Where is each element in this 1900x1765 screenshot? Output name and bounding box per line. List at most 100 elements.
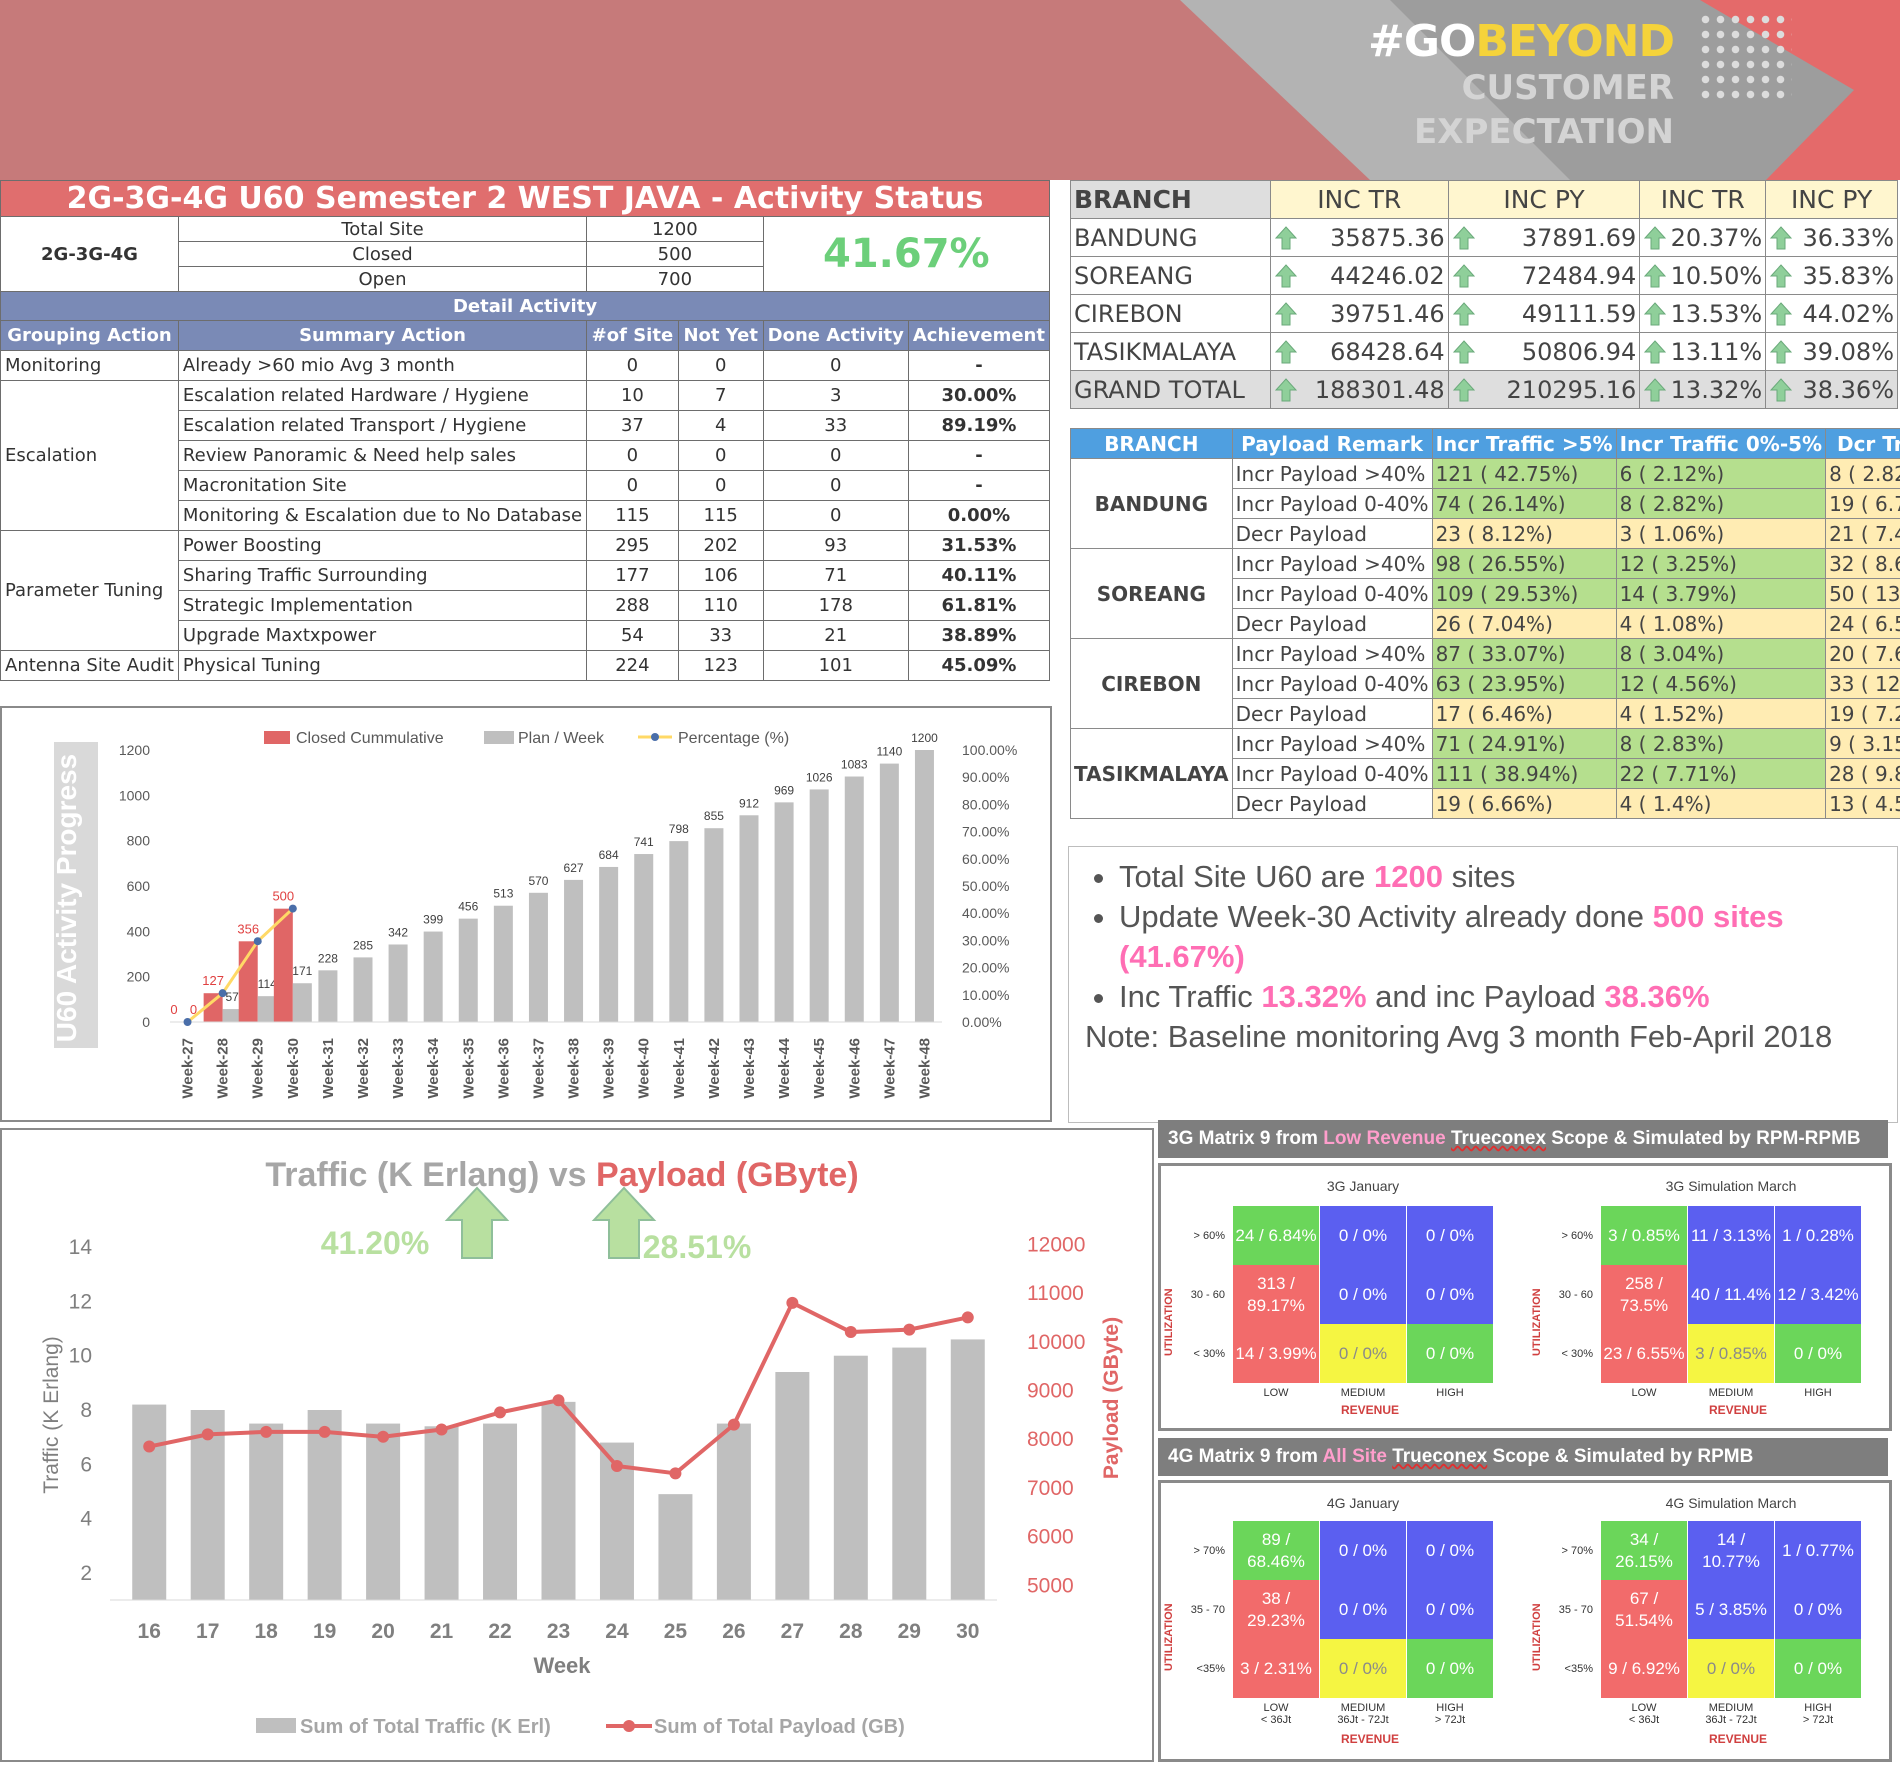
x-tick-label: 24: [605, 1620, 629, 1643]
matrix-row-label: > 70%: [1551, 1545, 1593, 1557]
payload-remark-table: BRANCH Payload Remark Incr Traffic >5% I…: [1070, 428, 1900, 819]
x-tick-label: 23: [547, 1620, 570, 1643]
legend-label-plan: Plan / Week: [518, 730, 605, 747]
x-tick-label: Week-48: [916, 1038, 933, 1099]
not-yet-cell: 7: [678, 381, 763, 411]
y2-tick-label: 6000: [1027, 1526, 1074, 1549]
y2-axis-label: Payload (GByte): [1100, 1317, 1123, 1479]
up-arrow-icon: [1770, 264, 1792, 288]
group-name-cell: Antenna Site Audit: [1, 651, 179, 681]
achievement-cell: 40.11%: [908, 561, 1049, 591]
up-arrow-icon: [1644, 378, 1666, 402]
matrix-cell: 3 / 2.31%: [1233, 1639, 1319, 1698]
plan-data-label: 627: [564, 861, 584, 875]
matrix-cell: 5 / 3.85%: [1688, 1580, 1774, 1639]
traffic-bar: [892, 1348, 926, 1600]
x-tick-label: Week-31: [320, 1038, 337, 1099]
traffic-increase-annotation: 41.20%: [321, 1225, 430, 1261]
achievement-cell: 89.19%: [908, 411, 1049, 441]
dcr-traffic-cell: 8 ( 2.82%): [1826, 459, 1900, 489]
payload-remark-cell: Incr Payload >40%: [1232, 549, 1432, 579]
branch-value: 68428.64: [1330, 338, 1445, 366]
group-name-cell: Parameter Tuning: [1, 531, 179, 651]
x-tick-label: Week-36: [495, 1038, 512, 1099]
x-tick-label: 16: [138, 1620, 161, 1643]
branch-name-cell: CIREBON: [1071, 295, 1271, 333]
plan-data-label: 228: [318, 951, 338, 965]
y2-tick-label: 60.00%: [962, 851, 1009, 867]
percentage-point: [289, 905, 297, 913]
branch-name-cell: BANDUNG: [1071, 219, 1271, 257]
branch-value: 38.36%: [1802, 376, 1894, 404]
plan-data-label: 513: [493, 887, 513, 901]
dcr-traffic-cell: 9 ( 3.15%): [1826, 729, 1900, 759]
up-arrow-icon: [1644, 302, 1666, 326]
closed-percent: 41.67%: [763, 217, 1049, 292]
matrix-cell: 24 / 6.84%: [1233, 1206, 1319, 1265]
column-header: #of Site: [587, 321, 679, 351]
branch-value: 37891.69: [1522, 224, 1637, 252]
x-tick-label: 26: [722, 1620, 745, 1643]
matrix-cell: 38 / 29.23%: [1233, 1580, 1319, 1639]
y-tick-label: 14: [69, 1236, 93, 1259]
traffic-bar: [542, 1402, 576, 1600]
matrix-col-label: LOW: [1233, 1387, 1319, 1399]
plan-bar: [318, 970, 337, 1022]
x-tick-label: 30: [956, 1620, 979, 1643]
table-row: GRAND TOTAL188301.48210295.1613.32%38.36…: [1071, 371, 1898, 409]
x-tick-label: Week-34: [425, 1037, 442, 1098]
traffic-gt5-cell: 109 ( 29.53%): [1432, 579, 1616, 609]
branch-value: 35.83%: [1802, 262, 1894, 290]
y2-tick-label: 7000: [1027, 1477, 1074, 1500]
branch-name-cell: SOREANG: [1071, 549, 1233, 639]
summary-action-cell: Power Boosting: [178, 531, 586, 561]
matrix-cell: 14 / 3.99%: [1233, 1324, 1319, 1383]
column-header: INC PY: [1766, 181, 1898, 219]
traffic-0to5-cell: 6 ( 2.12%): [1616, 459, 1826, 489]
summary-key: Closed: [178, 242, 586, 267]
up-arrow-icon: [1770, 302, 1792, 326]
x-tick-label: 25: [664, 1620, 688, 1643]
plan-bar: [599, 867, 618, 1022]
matrix-cell: 313 / 89.17%: [1233, 1265, 1319, 1324]
up-arrow-icon: [1275, 264, 1297, 288]
branch-name-cell: TASIKMALAYA: [1071, 333, 1271, 371]
matrix-row-label: < 30%: [1183, 1348, 1225, 1360]
site-count-cell: 177: [587, 561, 679, 591]
y-tick-label: 1000: [119, 787, 150, 803]
y-tick-label: 600: [127, 878, 151, 894]
legend-label-pct: Percentage (%): [678, 730, 789, 747]
table-row: TASIKMALAYAIncr Payload >40%71 ( 24.91%)…: [1071, 729, 1900, 759]
matrix-col-label: HIGH: [1775, 1387, 1861, 1399]
matrix-cell: 1 / 0.28%: [1775, 1206, 1861, 1265]
x-tick-label: 17: [196, 1620, 219, 1643]
branch-value-cell: 13.53%: [1640, 295, 1766, 333]
branch-value: 35875.36: [1330, 224, 1445, 252]
x-tick-label: 22: [488, 1620, 511, 1643]
branch-value: 13.11%: [1671, 338, 1763, 366]
table-row: MonitoringAlready >60 mio Avg 3 month000…: [1, 351, 1050, 381]
dcr-traffic-cell: 19 ( 7.22%): [1826, 699, 1900, 729]
y2-tick-label: 10000: [1027, 1331, 1085, 1354]
x-tick-label: Week-40: [636, 1038, 653, 1099]
y2-tick-label: 30.00%: [962, 932, 1009, 948]
up-arrow-icon: [1644, 264, 1666, 288]
closed-data-label: 0: [170, 1002, 177, 1017]
payload-point: [845, 1326, 857, 1338]
y-tick-label: 8: [80, 1399, 92, 1422]
branch-value: 210295.16: [1507, 376, 1637, 404]
matrix-cell: 0 / 0%: [1320, 1324, 1406, 1383]
dot-pattern-icon: [1698, 12, 1792, 104]
matrix-col-label: HIGH > 72Jt: [1775, 1702, 1861, 1726]
branch-value-cell: 188301.48: [1270, 371, 1448, 409]
legend-swatch-closed: [264, 731, 290, 744]
branch-value-cell: 35.83%: [1766, 257, 1898, 295]
branch-value-cell: 13.11%: [1640, 333, 1766, 371]
y2-tick-label: 9000: [1027, 1380, 1074, 1403]
y-tick-label: 200: [127, 969, 151, 985]
summary-label: 2G-3G-4G: [1, 217, 179, 292]
plan-bar: [704, 828, 723, 1022]
matrix-cell: 9 / 6.92%: [1601, 1639, 1687, 1698]
branch-value: 13.32%: [1671, 376, 1763, 404]
traffic-payload-chart: Traffic (K Erlang) vs Payload (GByte)41.…: [2, 1130, 1152, 1760]
